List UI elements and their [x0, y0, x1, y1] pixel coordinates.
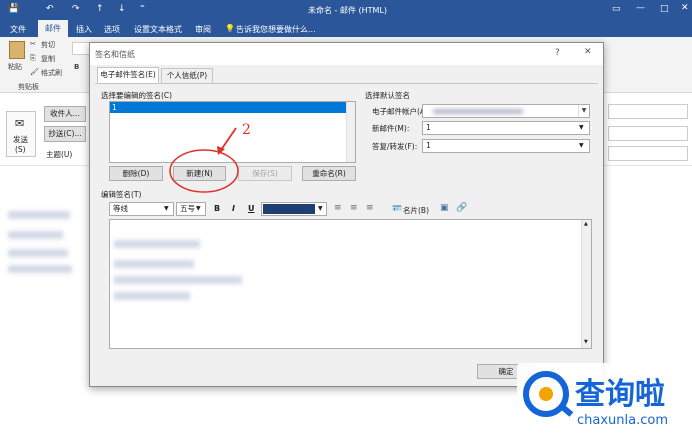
- watermark-brand: 查询啦: [575, 377, 665, 412]
- annotation-arrow-line: [220, 127, 237, 151]
- watermark-domain: chaxunla.com: [577, 413, 668, 428]
- watermark-logo-dot: [539, 387, 553, 401]
- annotation-number: 2: [242, 122, 251, 138]
- highlight-circle: [169, 149, 239, 193]
- watermark: 查询啦 chaxunla.com: [517, 363, 687, 445]
- watermark-logo-tail: [558, 403, 574, 417]
